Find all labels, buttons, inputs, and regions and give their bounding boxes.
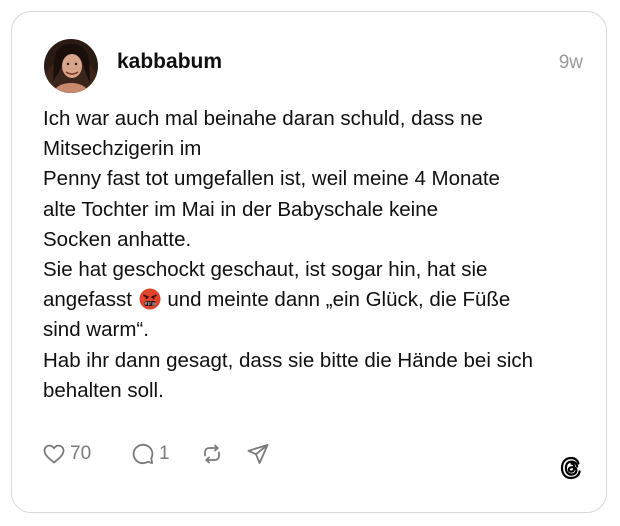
- comment-icon: [132, 443, 154, 465]
- post-card[interactable]: kabbabum 9w Ich war auch mal beinahe dar…: [11, 11, 607, 513]
- avatar-photo: [44, 39, 98, 93]
- like-count: 70: [70, 443, 92, 464]
- face-with-symbols-on-mouth-icon: #$!@: [139, 288, 161, 310]
- threads-logo-icon[interactable]: [558, 455, 584, 481]
- avatar[interactable]: [44, 39, 98, 93]
- post-text-segment: angefasst: [43, 288, 132, 312]
- post-timestamp: 9w: [558, 52, 583, 73]
- post-text-line: Hab ihr dann gesagt, dass sie bitte die …: [43, 348, 534, 372]
- post-text-line: Ich war auch mal beinahe daran schuld, d…: [43, 107, 483, 130]
- post-text: Ich war auch mal beinahe daran schuld, d…: [43, 104, 593, 406]
- post-text-line: Mitsechzigerin im: [43, 137, 202, 161]
- threads-logo: [560, 456, 581, 480]
- post-text-line-with-emoji: angefasst #$!@ und meinte dann „ein Glüc…: [43, 285, 593, 315]
- username[interactable]: kabbabum: [117, 50, 222, 74]
- repost-button[interactable]: [200, 440, 224, 468]
- svg-text:#$!@: #$!@: [144, 301, 156, 306]
- share-button[interactable]: [246, 440, 270, 468]
- repost-icon: [204, 444, 220, 464]
- reply-count: 1: [159, 443, 170, 464]
- reply-button[interactable]: 1: [131, 440, 170, 468]
- post-text-line: alte Tochter im Mai in der Babyschale ke…: [43, 197, 439, 221]
- post-text-line: behalten soll.: [43, 378, 164, 402]
- like-button[interactable]: 70: [42, 440, 91, 468]
- heart-icon: [43, 444, 65, 464]
- post-text-line: Penny fast tot umgefallen ist, weil mein…: [43, 167, 500, 191]
- post-text-line: Sie hat geschockt geschaut, ist sogar hi…: [43, 258, 488, 282]
- send-icon: [247, 444, 269, 464]
- post-text-line: sind warm“.: [43, 318, 149, 342]
- post-text-line: Socken anhatte.: [43, 227, 192, 251]
- post-text-segment: und meinte dann „ein Glück, die Füße: [167, 288, 511, 312]
